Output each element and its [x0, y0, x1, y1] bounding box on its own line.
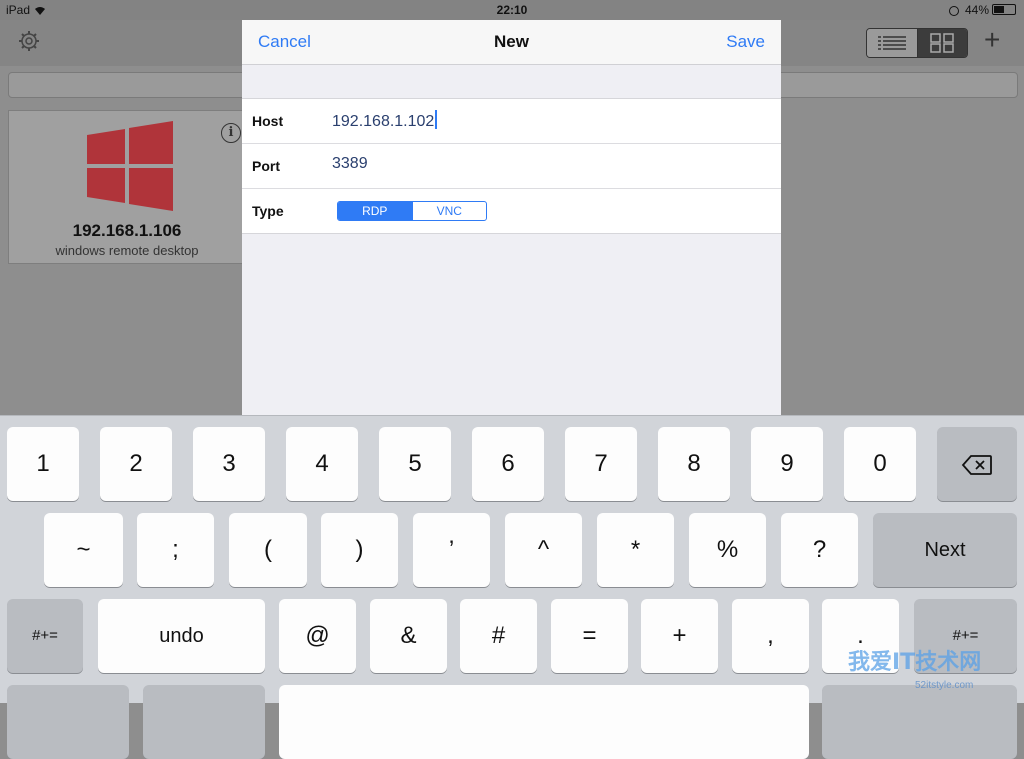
rotation-lock-icon [948, 6, 959, 16]
key-apostrophe[interactable]: ’ [413, 513, 490, 587]
bottom-key-right[interactable] [822, 685, 1017, 759]
type-segmented-control[interactable]: RDP VNC [337, 201, 487, 221]
type-option-vnc[interactable]: VNC [411, 202, 487, 220]
card-host: 192.168.1.106 [72, 221, 182, 240]
status-bar: iPad 22:10 44% [0, 0, 1024, 20]
info-icon[interactable]: i [221, 123, 241, 143]
key-at[interactable]: @ [279, 599, 356, 673]
host-label: Host [252, 113, 284, 129]
modal-nav-bar: Cancel New Save [242, 20, 781, 65]
card-subtitle: windows remote desktop [55, 243, 199, 258]
bottom-key-2[interactable] [143, 685, 265, 759]
grid-view-icon[interactable] [917, 29, 967, 57]
key-close-paren[interactable]: ) [321, 513, 398, 587]
new-connection-modal: Cancel New Save Host 192.168.1.102 Port … [242, 20, 781, 420]
key-7[interactable]: 7 [565, 427, 637, 501]
host-value: 192.168.1.102 [332, 113, 435, 130]
key-open-paren[interactable]: ( [229, 513, 307, 587]
key-ampersand[interactable]: & [370, 599, 447, 673]
port-row: Port 3389 [242, 144, 781, 189]
connection-form: Host 192.168.1.102 Port 3389 Type RDP VN… [242, 98, 781, 234]
type-label: Type [252, 203, 284, 219]
list-view-icon[interactable] [867, 29, 918, 57]
save-button[interactable]: Save [726, 32, 765, 52]
host-row: Host 192.168.1.102 [242, 99, 781, 144]
key-6[interactable]: 6 [472, 427, 544, 501]
watermark-text: 我爱IT技术网 [848, 650, 982, 675]
key-8[interactable]: 8 [658, 427, 730, 501]
watermark-url: 52itstyle.com [915, 680, 974, 691]
port-label: Port [252, 158, 280, 174]
type-row: Type RDP VNC [242, 189, 781, 233]
connection-card[interactable]: i 192.168.1.106 windows remote desktop [8, 110, 246, 264]
key-equals[interactable]: = [551, 599, 628, 673]
key-plus[interactable]: + [641, 599, 718, 673]
symbols-key-left[interactable]: #+= [7, 599, 83, 673]
battery-percent: 44% [964, 3, 989, 17]
bottom-key-1[interactable] [7, 685, 129, 759]
gear-icon[interactable] [18, 30, 40, 52]
key-3[interactable]: 3 [193, 427, 265, 501]
key-comma[interactable]: , [732, 599, 809, 673]
undo-key[interactable]: undo [98, 599, 265, 673]
key-caret[interactable]: ^ [505, 513, 582, 587]
add-icon[interactable]: + [984, 26, 1000, 54]
key-2[interactable]: 2 [100, 427, 172, 501]
status-time: 22:10 [496, 3, 528, 17]
key-hash[interactable]: # [460, 599, 537, 673]
space-key[interactable] [279, 685, 809, 759]
key-5[interactable]: 5 [379, 427, 451, 501]
key-semicolon[interactable]: ; [137, 513, 214, 587]
key-0[interactable]: 0 [844, 427, 916, 501]
windows-logo-icon [87, 121, 173, 211]
key-9[interactable]: 9 [751, 427, 823, 501]
modal-title: New [494, 32, 529, 51]
key-asterisk[interactable]: * [597, 513, 674, 587]
next-key[interactable]: Next [873, 513, 1017, 587]
text-cursor [435, 110, 438, 129]
host-input[interactable]: 192.168.1.102 [332, 110, 752, 131]
port-input[interactable]: 3389 [332, 155, 752, 173]
backspace-key[interactable] [937, 427, 1017, 501]
key-4[interactable]: 4 [286, 427, 358, 501]
backspace-icon [961, 454, 992, 475]
status-right: 44% [948, 3, 1016, 17]
key-question[interactable]: ? [781, 513, 858, 587]
battery-icon [992, 4, 1016, 15]
key-tilde[interactable]: ~ [44, 513, 123, 587]
view-mode-segmented[interactable] [866, 28, 968, 58]
type-option-rdp[interactable]: RDP [338, 202, 412, 220]
key-1[interactable]: 1 [7, 427, 79, 501]
key-percent[interactable]: % [689, 513, 766, 587]
